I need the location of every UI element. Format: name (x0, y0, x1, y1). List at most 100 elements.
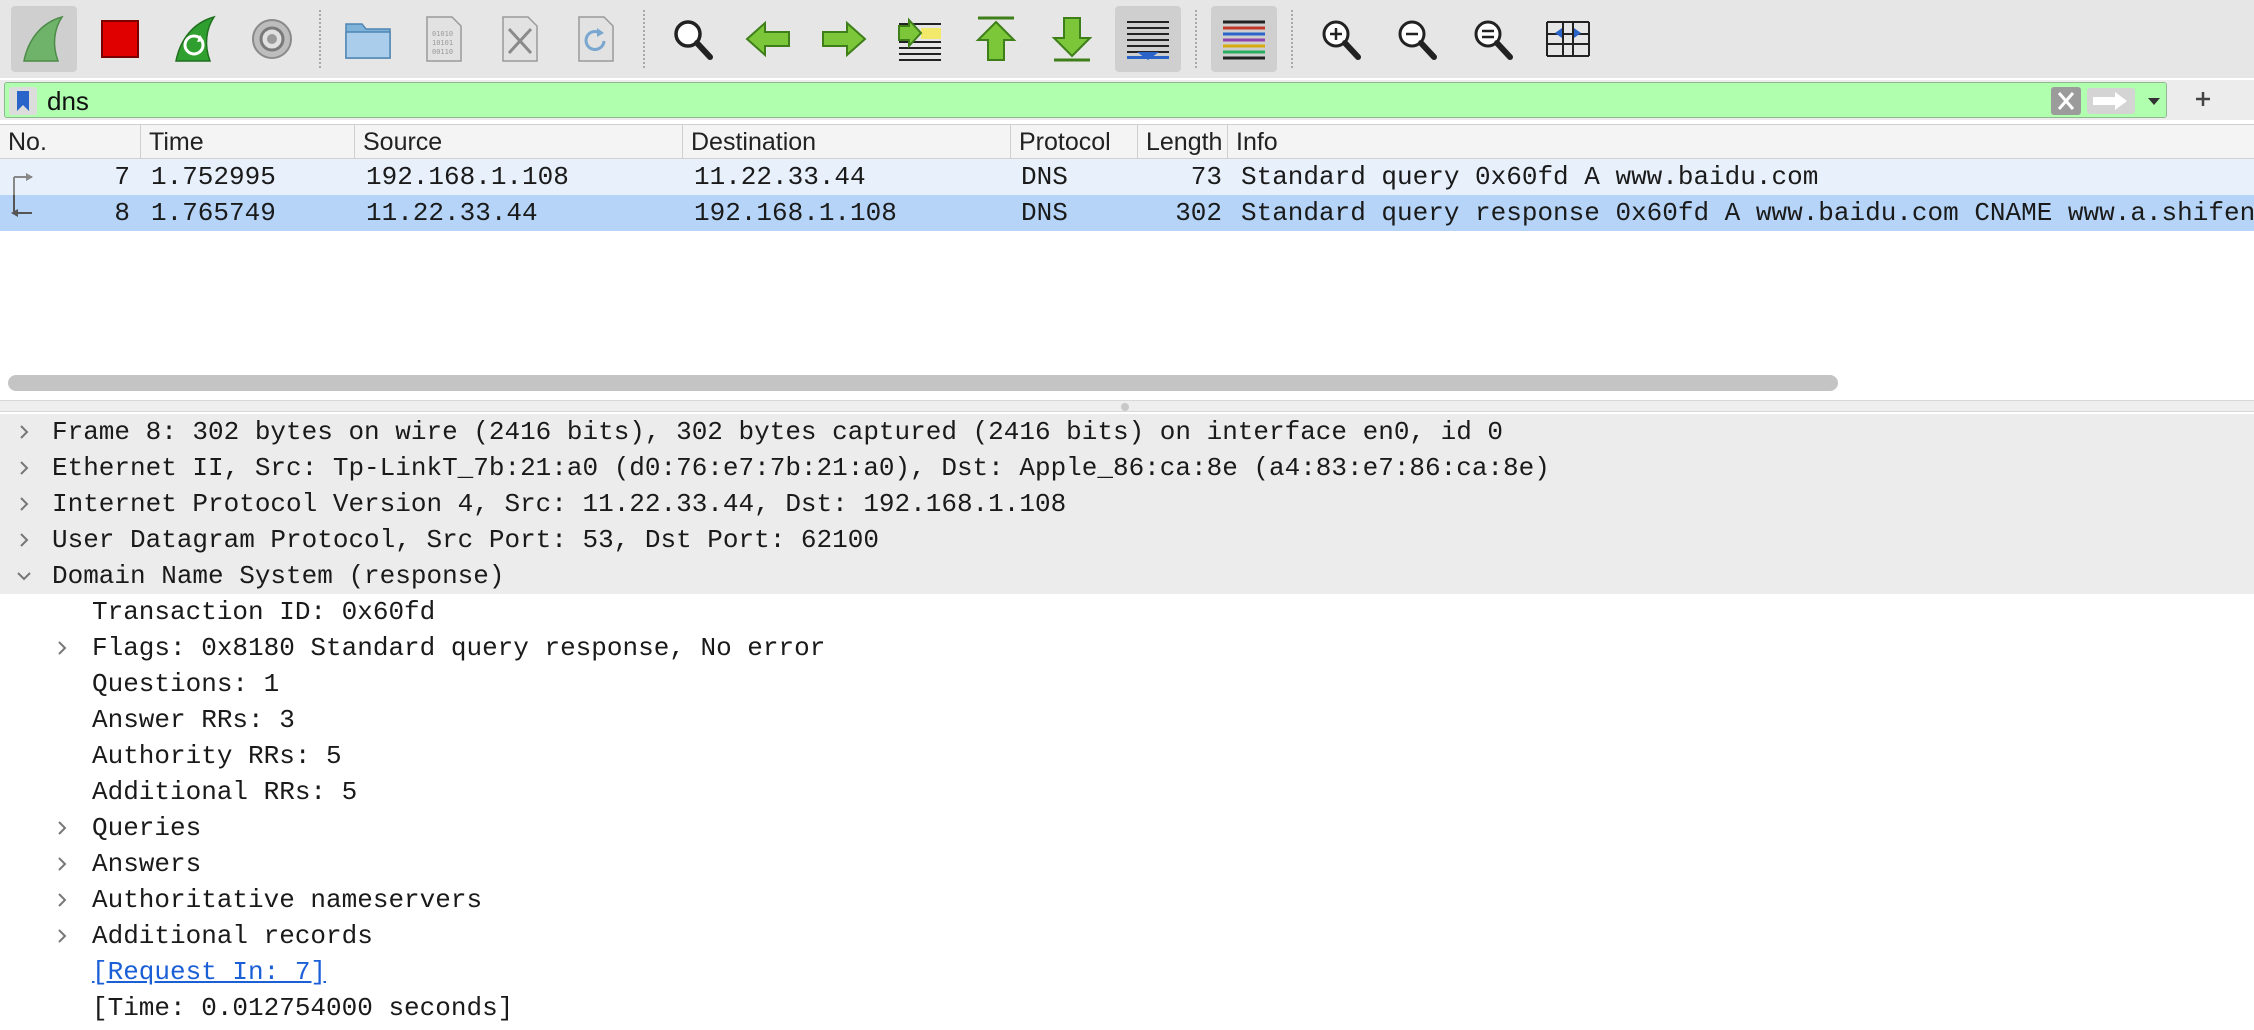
chevron-right-icon[interactable] (52, 630, 72, 666)
packet-info: Standard query response 0x60fd A www.bai… (1241, 198, 2254, 228)
packet-protocol: DNS (1021, 198, 1068, 228)
detail-row[interactable]: Additional records (0, 918, 2254, 954)
last-packet-button[interactable] (1039, 6, 1105, 72)
filter-text[interactable]: dns (47, 86, 89, 116)
normal-size-button[interactable] (1459, 6, 1525, 72)
plus-icon (2196, 92, 2210, 106)
packet-time: 1.752995 (151, 162, 276, 192)
column-header-length[interactable]: Length (1138, 125, 1228, 159)
detail-text: Additional RRs: 5 (92, 777, 358, 807)
find-packet-button[interactable] (659, 6, 725, 72)
arrow-right-icon (2093, 92, 2127, 110)
resize-columns-icon (1546, 21, 1590, 57)
capture-options-button[interactable] (239, 6, 305, 72)
column-header-time[interactable]: Time (141, 125, 355, 159)
save-file-button[interactable]: 01010 10101 00110 (411, 6, 477, 72)
packet-protocol: DNS (1021, 162, 1068, 192)
column-header-protocol[interactable]: Protocol (1011, 125, 1138, 159)
go-forward-button[interactable] (811, 6, 877, 72)
detail-row[interactable]: [Time: 0.012754000 seconds] (0, 990, 2254, 1026)
chevron-right-icon[interactable] (52, 882, 72, 918)
detail-text: Authority RRs: 5 (92, 741, 342, 771)
chevron-right-icon[interactable] (14, 450, 34, 486)
first-packet-button[interactable] (963, 6, 1029, 72)
detail-text: Answers (92, 849, 202, 879)
detail-link[interactable]: [Request In: 7] (92, 954, 326, 990)
main-toolbar: 01010 10101 00110 (0, 0, 2254, 78)
detail-row[interactable]: Transaction ID: 0x60fd (0, 594, 2254, 630)
start-capture-button[interactable] (11, 6, 77, 72)
clear-filter-button[interactable] (2051, 87, 2081, 115)
request-arrow-icon (13, 173, 33, 195)
chevron-right-icon[interactable] (14, 486, 34, 522)
autoscroll-button[interactable] (1115, 6, 1181, 72)
packet-source: 11.22.33.44 (366, 198, 538, 228)
reload-file-button[interactable] (563, 6, 629, 72)
close-file-button[interactable] (487, 6, 553, 72)
horizontal-scrollbar[interactable] (8, 375, 1838, 391)
detail-text: Frame 8: 302 bytes on wire (2416 bits), … (52, 417, 1504, 447)
detail-row[interactable]: Answer RRs: 3 (0, 702, 2254, 738)
detail-text: Questions: 1 (92, 669, 280, 699)
chevron-right-icon[interactable] (14, 414, 34, 450)
detail-text: Internet Protocol Version 4, Src: 11.22.… (52, 489, 1067, 519)
go-forward-icon (822, 20, 867, 58)
normal-size-icon (1474, 20, 1513, 60)
svg-text:01010: 01010 (432, 30, 453, 38)
go-to-packet-button[interactable] (887, 6, 953, 72)
detail-row[interactable]: Answers (0, 846, 2254, 882)
packet-no: 7 (114, 162, 130, 192)
packet-row[interactable]: 7 1.752995 192.168.1.108 11.22.33.44 DNS… (0, 159, 2254, 195)
pane-splitter[interactable] (0, 400, 2254, 412)
colorize-button[interactable] (1211, 6, 1277, 72)
chevron-right-icon[interactable] (52, 918, 72, 954)
packet-info: Standard query 0x60fd A www.baidu.com (1241, 162, 1819, 192)
column-header-no[interactable]: No. (0, 125, 141, 159)
reload-file-icon (578, 16, 614, 62)
packet-destination: 11.22.33.44 (694, 162, 866, 192)
column-header-info[interactable]: Info (1228, 125, 2254, 159)
detail-row[interactable]: Domain Name System (response) (0, 558, 2254, 594)
detail-row[interactable]: Internet Protocol Version 4, Src: 11.22.… (0, 486, 2254, 522)
stop-capture-icon (101, 20, 139, 58)
go-back-button[interactable] (735, 6, 801, 72)
detail-row[interactable]: Questions: 1 (0, 666, 2254, 702)
chevron-right-icon[interactable] (52, 810, 72, 846)
display-filter-input[interactable]: dns (4, 82, 2167, 118)
restart-capture-button[interactable] (163, 6, 229, 72)
resize-columns-button[interactable] (1535, 6, 1601, 72)
chevron-right-icon[interactable] (52, 846, 72, 882)
detail-row[interactable]: Additional RRs: 5 (0, 774, 2254, 810)
detail-row[interactable]: Authority RRs: 5 (0, 738, 2254, 774)
packet-time: 1.765749 (151, 198, 276, 228)
detail-row[interactable]: Frame 8: 302 bytes on wire (2416 bits), … (0, 414, 2254, 450)
column-header-source[interactable]: Source (355, 125, 683, 159)
packet-length: 73 (1190, 162, 1222, 192)
go-to-packet-icon (898, 17, 941, 61)
stop-capture-button[interactable] (87, 6, 153, 72)
packet-details-tree: Frame 8: 302 bytes on wire (2416 bits), … (0, 414, 2254, 1030)
first-packet-icon (975, 16, 1017, 61)
zoom-in-button[interactable] (1307, 6, 1373, 72)
detail-row[interactable]: User Datagram Protocol, Src Port: 53, Ds… (0, 522, 2254, 558)
packet-row-selected[interactable]: 8 1.765749 11.22.33.44 192.168.1.108 DNS… (0, 195, 2254, 231)
splitter-handle[interactable] (1121, 403, 1129, 411)
detail-row[interactable]: Queries (0, 810, 2254, 846)
detail-row[interactable]: Authoritative nameservers (0, 882, 2254, 918)
response-arrow-icon (11, 195, 32, 217)
svg-text:10101: 10101 (432, 39, 453, 47)
filter-history-dropdown[interactable] (2143, 89, 2165, 113)
packet-list-header: No. Time Source Destination Protocol Len… (0, 125, 2254, 159)
filter-bookmark-button[interactable] (9, 87, 37, 115)
zoom-out-button[interactable] (1383, 6, 1449, 72)
detail-row[interactable]: Ethernet II, Src: Tp-LinkT_7b:21:a0 (d0:… (0, 450, 2254, 486)
autoscroll-icon (1127, 21, 1169, 60)
detail-row[interactable]: Flags: 0x8180 Standard query response, N… (0, 630, 2254, 666)
column-header-destination[interactable]: Destination (683, 125, 1011, 159)
open-file-button[interactable] (335, 6, 401, 72)
chevron-down-icon[interactable] (14, 558, 34, 594)
chevron-right-icon[interactable] (14, 522, 34, 558)
detail-row[interactable]: [Request In: 7] (0, 954, 2254, 990)
add-filter-button[interactable] (2188, 84, 2218, 114)
apply-filter-button[interactable] (2087, 88, 2135, 114)
